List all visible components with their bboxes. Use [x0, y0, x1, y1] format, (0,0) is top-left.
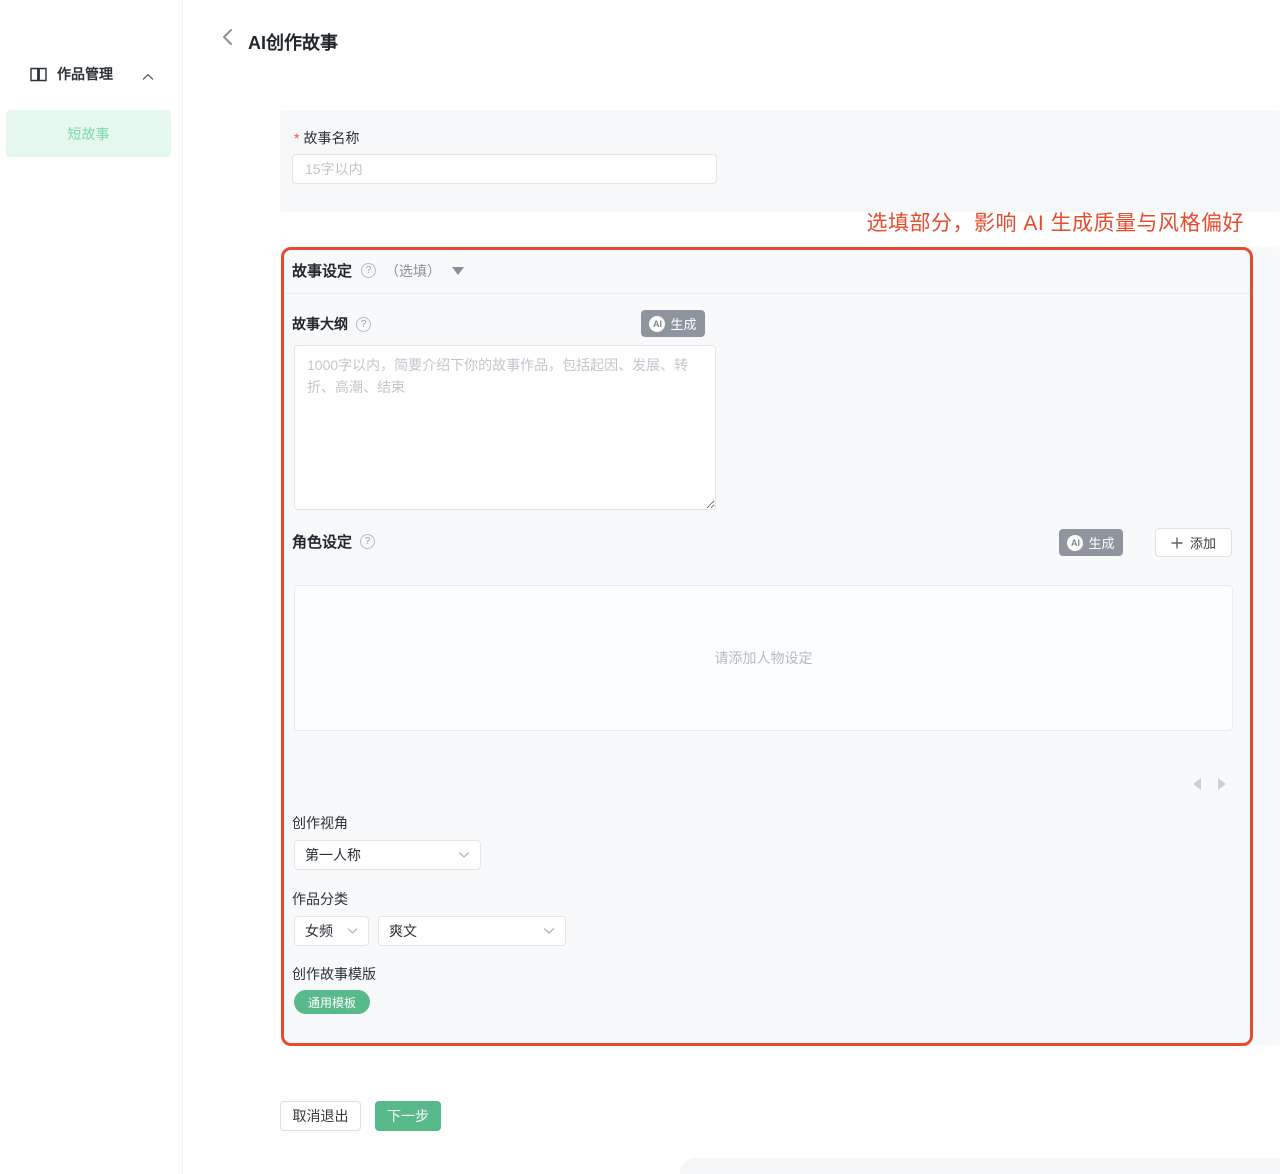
story-settings-title: 故事设定 — [292, 260, 352, 281]
perspective-select[interactable]: 第一人称 — [294, 840, 481, 870]
pagination-left-icon[interactable] — [1193, 778, 1201, 790]
add-button-label: 添加 — [1190, 533, 1216, 552]
perspective-label: 创作视角 — [292, 813, 348, 833]
cancel-exit-button[interactable]: 取消退出 — [280, 1101, 361, 1131]
caret-down-icon[interactable] — [452, 267, 464, 275]
bottom-right-overlay — [680, 1158, 1280, 1174]
sidebar-group-label: 作品管理 — [57, 64, 113, 84]
help-icon[interactable]: ? — [361, 263, 376, 278]
category-channel-value: 女频 — [305, 921, 333, 941]
characters-empty-panel: 请添加人物设定 — [294, 585, 1233, 731]
page: 作品管理 短故事 AI创作故事 *故事名称 选填部分，影响 AI 生成质量与风格… — [0, 0, 1280, 1174]
optional-label: （选填） — [385, 261, 441, 281]
outline-label: 故事大纲 — [292, 314, 348, 334]
add-character-button[interactable]: 添加 — [1155, 528, 1232, 557]
ai-badge-icon: AI — [1067, 535, 1083, 551]
required-asterisk: * — [294, 130, 299, 146]
sidebar-item-label: 短故事 — [68, 124, 110, 144]
characters-label-row: 角色设定 ? — [292, 531, 375, 552]
template-label: 创作故事模版 — [292, 964, 376, 984]
annotation-text: 选填部分，影响 AI 生成质量与风格偏好 — [866, 207, 1244, 237]
chevron-down-icon — [543, 927, 555, 935]
story-name-label: 故事名称 — [303, 130, 359, 146]
story-settings-header: 故事设定 ? （选填） — [292, 260, 464, 281]
ai-generate-characters-button[interactable]: AI 生成 — [1059, 529, 1123, 556]
outline-label-row: 故事大纲 ? — [292, 314, 371, 334]
characters-empty-text: 请添加人物设定 — [715, 648, 813, 668]
chevron-up-icon — [142, 68, 154, 86]
book-icon — [30, 67, 47, 82]
sidebar: 作品管理 短故事 — [0, 0, 183, 1174]
chevron-down-icon — [458, 851, 470, 859]
page-title: AI创作故事 — [248, 29, 338, 55]
category-select-genre[interactable]: 爽文 — [378, 916, 566, 946]
template-chip-general[interactable]: 通用模板 — [294, 990, 370, 1014]
help-icon[interactable]: ? — [360, 534, 375, 549]
chevron-left-icon — [221, 28, 234, 51]
category-genre-value: 爽文 — [389, 921, 417, 941]
next-step-button[interactable]: 下一步 — [375, 1101, 441, 1131]
chevron-down-icon — [347, 927, 358, 935]
sidebar-item-short-story[interactable]: 短故事 — [6, 110, 171, 157]
story-name-label-row: *故事名称 — [294, 128, 359, 148]
story-name-input[interactable] — [292, 154, 717, 184]
plus-icon — [1171, 537, 1183, 549]
ai-badge-icon: AI — [649, 316, 665, 332]
characters-label: 角色设定 — [292, 531, 352, 552]
perspective-value: 第一人称 — [305, 845, 361, 865]
sidebar-group-works[interactable]: 作品管理 — [0, 60, 183, 88]
back-button[interactable] — [221, 29, 239, 49]
help-icon[interactable]: ? — [356, 317, 371, 332]
category-select-channel[interactable]: 女频 — [294, 916, 369, 946]
pagination-right-icon[interactable] — [1218, 778, 1226, 790]
ai-generate-outline-button[interactable]: AI 生成 — [641, 310, 705, 337]
section-divider — [282, 293, 1252, 294]
category-label: 作品分类 — [292, 889, 348, 909]
outline-textarea[interactable] — [294, 345, 716, 510]
